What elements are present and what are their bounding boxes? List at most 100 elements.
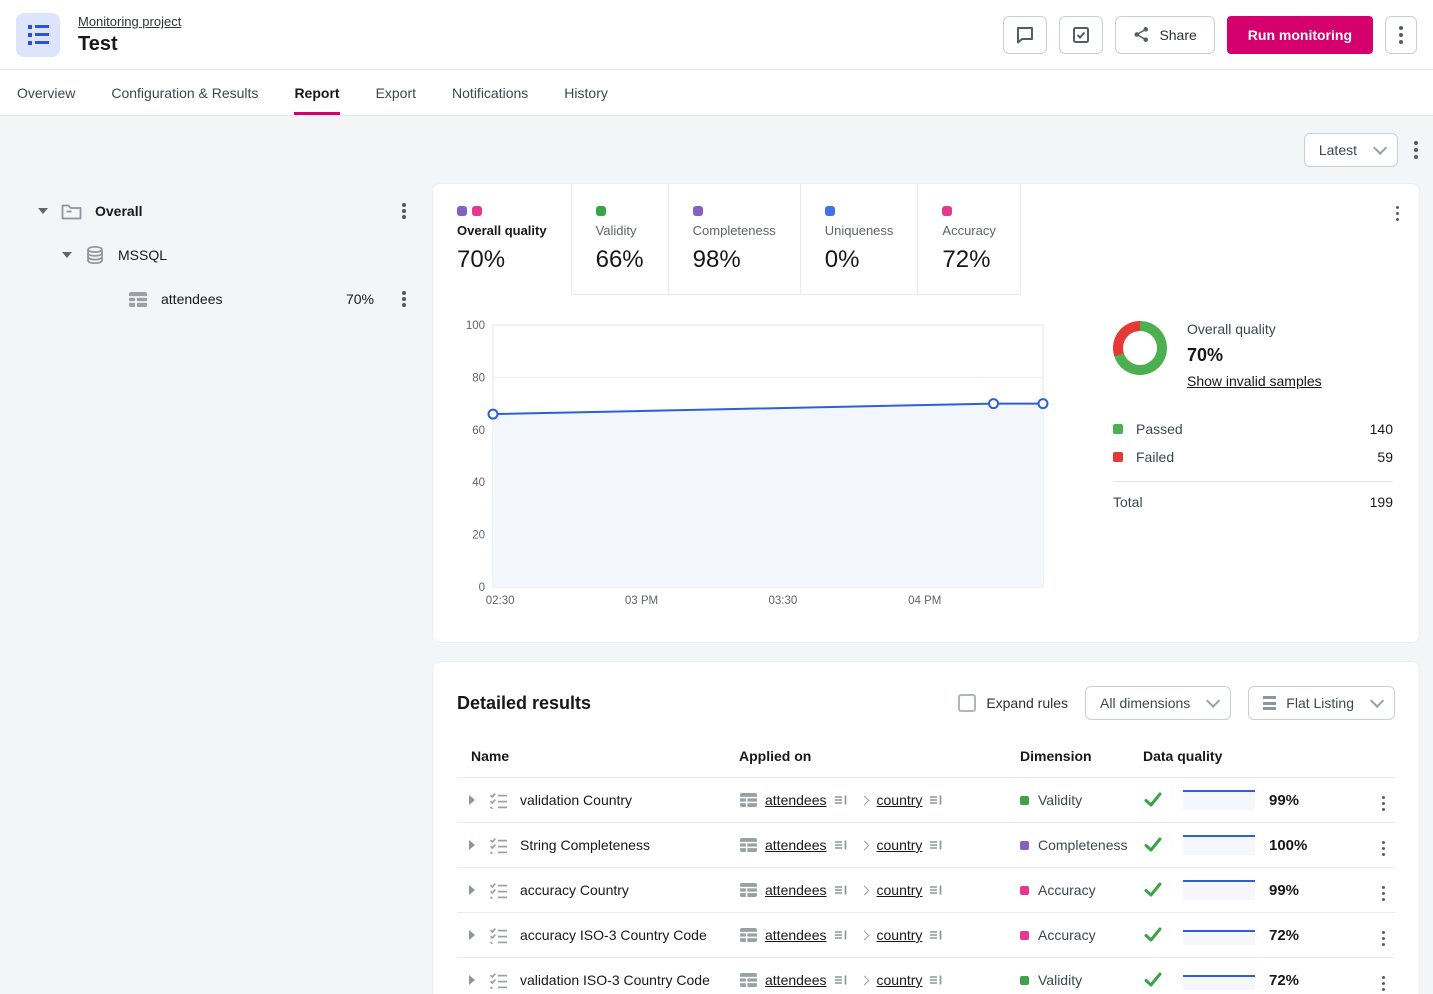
failed-dot (1113, 452, 1123, 462)
rule-checklist-icon (489, 792, 508, 809)
quality-percent: 99% (1269, 792, 1313, 809)
tab-notifications[interactable]: Notifications (452, 70, 528, 115)
tree-item-label: Overall (95, 203, 142, 219)
expand-row-caret[interactable] (469, 795, 475, 805)
tree-attendees-kebab-button[interactable] (392, 297, 416, 301)
profile-icon[interactable] (929, 928, 943, 942)
svg-text:100: 100 (466, 320, 485, 332)
quality-donut-chart (1113, 321, 1167, 375)
metric-label: Completeness (693, 223, 776, 238)
caret-down-icon[interactable] (62, 252, 72, 258)
applied-table-link[interactable]: attendees (765, 927, 827, 943)
tasks-button[interactable] (1059, 16, 1103, 54)
tab-overview[interactable]: Overview (17, 70, 75, 115)
tab-history[interactable]: History (564, 70, 608, 115)
applied-column-link[interactable]: country (877, 927, 923, 943)
passed-check-icon (1143, 880, 1163, 900)
comments-button[interactable] (1003, 16, 1047, 54)
comment-icon (1015, 25, 1035, 45)
metric-value: 0% (825, 246, 894, 274)
tab-report[interactable]: Report (294, 70, 339, 115)
profile-icon[interactable] (834, 928, 848, 942)
applied-column-link[interactable]: country (877, 792, 923, 808)
profile-icon[interactable] (834, 793, 848, 807)
metric-tab-accuracy[interactable]: Accuracy 72% (918, 184, 1020, 295)
tree-item-overall[interactable]: Overall (16, 189, 432, 233)
version-select[interactable]: Latest (1304, 133, 1398, 167)
applied-table-link[interactable]: attendees (765, 792, 827, 808)
row-kebab-button[interactable] (1382, 837, 1386, 853)
app-header: Monitoring project Test Share Run monito… (0, 0, 1433, 70)
profile-icon[interactable] (929, 838, 943, 852)
table-icon (739, 837, 758, 853)
profile-icon[interactable] (834, 883, 848, 897)
table-row: accuracy Country attendees country Accur… (457, 868, 1395, 913)
listing-mode-select[interactable]: Flat Listing (1248, 686, 1395, 720)
project-type-icon (16, 13, 60, 57)
profile-icon[interactable] (834, 973, 848, 987)
summary-title: Overall quality (1187, 321, 1322, 337)
metric-tabs-filler (1021, 184, 1419, 295)
chevron-right-icon (859, 930, 869, 940)
chevron-down-icon (1370, 694, 1384, 708)
profile-icon[interactable] (834, 838, 848, 852)
applied-column-link[interactable]: country (877, 972, 923, 988)
failed-value: 59 (1377, 449, 1393, 465)
applied-column-link[interactable]: country (877, 837, 923, 853)
applied-column-link[interactable]: country (877, 882, 923, 898)
tree-overall-kebab-button[interactable] (392, 209, 416, 213)
quality-percent: 72% (1269, 927, 1313, 944)
svg-text:60: 60 (472, 425, 485, 437)
profile-icon[interactable] (929, 973, 943, 987)
dimension-dot (1020, 841, 1029, 850)
header-kebab-button[interactable] (1385, 16, 1417, 54)
tree-item-attendees[interactable]: attendees 70% (16, 277, 432, 321)
report-panel: Overall quality 70% Validity 66% Complet… (432, 183, 1420, 643)
metric-tab-completeness[interactable]: Completeness 98% (669, 184, 801, 295)
metric-tab-overall-quality[interactable]: Overall quality 70% (433, 184, 572, 295)
row-kebab-button[interactable] (1382, 927, 1386, 943)
breadcrumb[interactable]: Monitoring project (78, 14, 181, 29)
dimension-label: Accuracy (1038, 927, 1096, 943)
page-title: Test (78, 33, 181, 56)
share-button[interactable]: Share (1115, 16, 1214, 54)
expand-row-caret[interactable] (469, 885, 475, 895)
tree-item-mssql[interactable]: MSSQL (16, 233, 432, 277)
expand-rules-checkbox[interactable] (958, 694, 976, 712)
profile-icon[interactable] (929, 883, 943, 897)
applied-table-link[interactable]: attendees (765, 882, 827, 898)
dimension-dot (1020, 796, 1029, 805)
quality-percent: 72% (1269, 972, 1313, 989)
rule-name: validation ISO-3 Country Code (520, 972, 710, 988)
metric-tab-validity[interactable]: Validity 66% (572, 184, 669, 295)
row-kebab-button[interactable] (1382, 792, 1386, 808)
dimension-dot (693, 206, 703, 216)
report-panel-kebab-button[interactable] (1396, 202, 1400, 218)
show-invalid-samples-link[interactable]: Show invalid samples (1187, 373, 1322, 389)
expand-row-caret[interactable] (469, 975, 475, 985)
tab-configuration-results[interactable]: Configuration & Results (111, 70, 258, 115)
table-icon (739, 927, 758, 943)
tab-export[interactable]: Export (376, 70, 416, 115)
dimension-filter-select[interactable]: All dimensions (1085, 686, 1231, 720)
version-kebab-button[interactable] (1414, 148, 1418, 152)
caret-down-icon[interactable] (38, 208, 48, 214)
applied-table-link[interactable]: attendees (765, 837, 827, 853)
failed-label: Failed (1136, 449, 1174, 465)
run-monitoring-button[interactable]: Run monitoring (1227, 16, 1373, 54)
profile-icon[interactable] (929, 793, 943, 807)
tree-item-label: MSSQL (118, 247, 167, 263)
expand-row-caret[interactable] (469, 840, 475, 850)
metric-tab-uniqueness[interactable]: Uniqueness 0% (801, 184, 919, 295)
quality-sparkline (1183, 835, 1255, 855)
row-kebab-button[interactable] (1382, 972, 1386, 988)
flat-listing-icon (1263, 696, 1276, 710)
row-kebab-button[interactable] (1382, 882, 1386, 898)
applied-table-link[interactable]: attendees (765, 972, 827, 988)
dimension-dot (825, 206, 835, 216)
divider (1113, 481, 1393, 482)
checkbox-icon (1071, 25, 1091, 45)
expand-row-caret[interactable] (469, 930, 475, 940)
metric-value: 72% (942, 246, 995, 274)
table-row: String Completeness attendees country Co… (457, 823, 1395, 868)
